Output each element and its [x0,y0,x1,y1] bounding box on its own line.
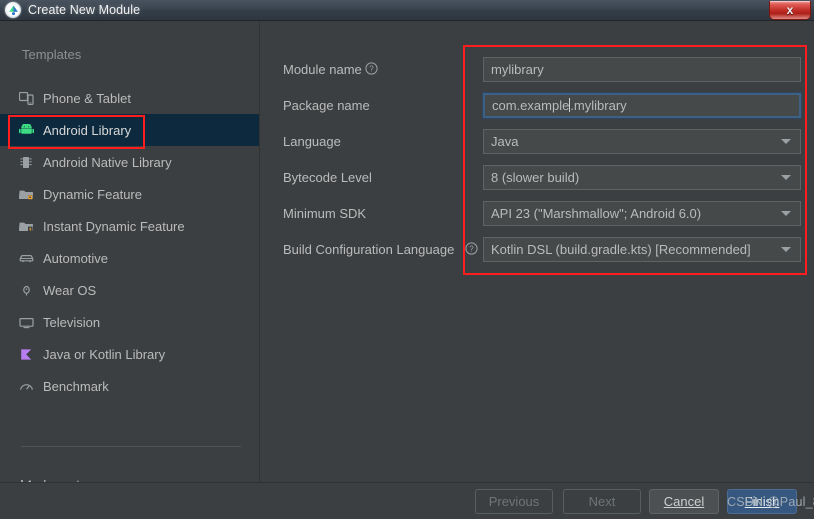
bytecode-level-select[interactable]: 8 (slower build) [483,164,801,190]
sidebar-item-label: Java or Kotlin Library [43,346,166,362]
bytecode-level-value: 8 (slower build) [491,169,580,185]
sidebar-item-android-native-library[interactable]: Android Native Library [0,146,259,178]
form-row-bytecode-level: Bytecode Level 8 (slower build) [261,164,814,190]
android-robot-icon [18,122,35,139]
module-name-value: mylibrary [491,61,544,77]
form-row-minimum-sdk: Minimum SDK API 23 ("Marshmallow"; Andro… [261,200,814,226]
form-row-module-name: Module name ? mylibrary [261,56,814,82]
sidebar-item-label: Phone & Tablet [43,90,131,106]
sidebar-item-label: Android Library [43,122,132,138]
watch-icon [18,282,35,299]
previous-button-label: Previous [488,494,540,509]
templates-sidebar: Templates Phone & Tablet Android Library… [0,21,260,492]
previous-button[interactable]: Previous [475,489,553,514]
sidebar-item-label: Television [43,314,101,330]
sidebar-item-label: Wear OS [43,282,97,298]
sidebar-item-java-or-kotlin-library[interactable]: Java or Kotlin Library [0,338,259,370]
kotlin-icon [18,346,35,363]
car-icon [18,250,35,267]
help-icon[interactable]: ? [465,242,478,255]
sidebar-item-instant-dynamic-feature[interactable]: Instant Dynamic Feature [0,210,259,242]
create-new-module-dialog: Create New Module x Templates Phone & Ta… [0,0,814,519]
window-title: Create New Module [28,3,141,17]
finish-button[interactable]: Finish [727,489,797,514]
sidebar-item-label: Android Native Library [43,154,172,170]
build-configuration-language-value: Kotlin DSL (build.gradle.kts) [Recommend… [491,241,751,257]
android-studio-icon [5,2,21,18]
language-select[interactable]: Java [483,128,801,154]
sidebar-item-benchmark[interactable]: Benchmark [0,370,259,402]
sidebar-item-label: Instant Dynamic Feature [43,218,185,234]
sidebar-item-label: Dynamic Feature [43,186,142,202]
next-button-label: Next [588,494,616,509]
cancel-button[interactable]: Cancel [649,489,719,514]
svg-text:?: ? [469,245,474,254]
chevron-down-icon [781,246,791,252]
cancel-button-label: Cancel [663,494,705,509]
form-row-build-configuration-language: Build Configuration Language ? Kotlin DS… [261,236,814,262]
close-icon: x [786,3,794,17]
help-icon[interactable]: ? [365,62,378,75]
folder-instant-icon [18,218,35,235]
sidebar-item-android-library[interactable]: Android Library [0,114,259,146]
chevron-down-icon [781,138,791,144]
phone-tablet-icon [18,90,35,107]
module-name-label: Module name [283,61,362,77]
native-chip-icon [18,154,35,171]
folder-dynamic-icon [18,186,35,203]
language-value: Java [491,133,519,149]
bytecode-level-label: Bytecode Level [283,169,372,185]
dialog-body: Templates Phone & Tablet Android Library… [0,21,814,492]
package-name-input[interactable]: com.example .mylibrary [483,92,801,118]
next-button[interactable]: Next [563,489,641,514]
build-configuration-language-select[interactable]: Kotlin DSL (build.gradle.kts) [Recommend… [483,236,801,262]
form-row-package-name: Package name com.example .mylibrary [261,92,814,118]
package-name-value-before-caret: com.example [492,97,570,113]
templates-section-label: Templates [22,47,82,62]
finish-button-label: Finish [744,494,780,509]
sidebar-item-automotive[interactable]: Automotive [0,242,259,274]
title-bar: Create New Module x [0,0,814,21]
sidebar-divider [21,446,241,447]
chevron-down-icon [781,174,791,180]
dialog-footer: Previous Next Cancel Finish [0,482,814,519]
minimum-sdk-label: Minimum SDK [283,205,367,221]
templates-list: Phone & Tablet Android Library Android N… [0,82,259,402]
gauge-icon [18,378,35,395]
language-label: Language [283,133,341,149]
svg-text:?: ? [369,65,374,74]
sidebar-item-phone-tablet[interactable]: Phone & Tablet [0,82,259,114]
form-row-language: Language Java [261,128,814,154]
module-name-input[interactable]: mylibrary [483,56,801,82]
chevron-down-icon [781,210,791,216]
module-form: Module name ? mylibrary Package name com… [261,21,814,482]
minimum-sdk-value: API 23 ("Marshmallow"; Android 6.0) [491,205,702,221]
close-button[interactable]: x [769,1,811,20]
sidebar-item-television[interactable]: Television [0,306,259,338]
sidebar-item-label: Benchmark [43,378,109,394]
build-configuration-language-label: Build Configuration Language [283,241,455,257]
sidebar-item-label: Automotive [43,250,109,266]
package-name-label: Package name [283,97,370,113]
sidebar-item-wear-os[interactable]: Wear OS [0,274,259,306]
package-name-value-after-caret: .mylibrary [570,97,627,113]
minimum-sdk-select[interactable]: API 23 ("Marshmallow"; Android 6.0) [483,200,801,226]
sidebar-item-dynamic-feature[interactable]: Dynamic Feature [0,178,259,210]
tv-icon [18,314,35,331]
